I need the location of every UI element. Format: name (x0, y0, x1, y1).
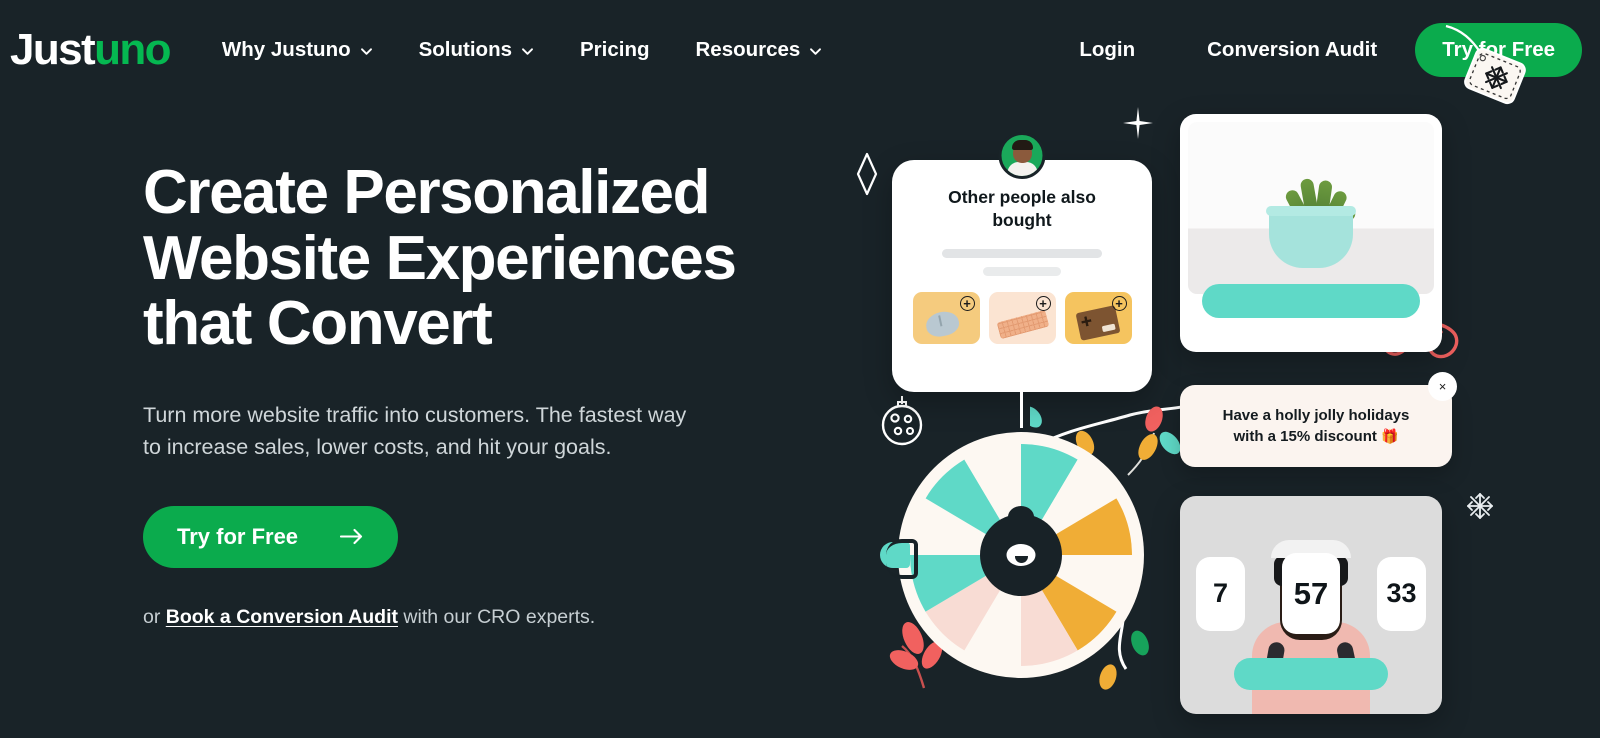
plus-circle-icon[interactable]: + (1035, 295, 1051, 311)
countdown-card-cta-bar[interactable] (1234, 658, 1388, 690)
justuno-logo[interactable]: Just uno (10, 25, 172, 74)
chevron-down-icon (360, 45, 373, 58)
countdown-hours: 7 (1196, 556, 1245, 631)
nav-item-why-justuno[interactable]: Why Justuno (222, 38, 373, 62)
hero-illustration: Other people also bought + + + Have a ho… (830, 0, 1600, 738)
spin-to-win-wheel[interactable] (880, 432, 1144, 678)
holiday-discount-popup[interactable]: Have a holly jolly holidays with a 15% d… (1180, 385, 1452, 467)
card-pointer-tail (1020, 392, 1023, 428)
nav-label: Pricing (580, 38, 650, 61)
plant-pot (1266, 206, 1356, 268)
arrow-right-icon (340, 528, 364, 545)
succulent-plant-photo (1188, 122, 1434, 294)
hero-page: Just uno Why Justuno Solutions Pricing R… (0, 0, 1600, 738)
plant-card-cta-bar[interactable] (1202, 284, 1420, 318)
keyboard-icon (996, 309, 1049, 339)
holiday-line-1: Have a holly jolly holidays (1222, 406, 1410, 424)
hero-try-for-free-button[interactable]: Try for Free (143, 505, 399, 568)
hero-cta-label: Try for Free (177, 523, 299, 549)
hero-headline: Create Personalized Website Experiences … (143, 160, 783, 357)
nav-item-pricing[interactable]: Pricing (580, 38, 650, 62)
snowflake-icon (1467, 493, 1493, 519)
gift-tag-snowflake-icon (1440, 22, 1532, 118)
plant-product-card[interactable] (1180, 114, 1442, 352)
headline-line-2: Website Experiences (143, 223, 737, 293)
close-icon[interactable]: × (1428, 372, 1457, 401)
logo-text-just: Just (10, 25, 96, 74)
wheel-eye-icon (1006, 544, 1036, 566)
plus-circle-icon[interactable]: + (959, 295, 975, 311)
game-controller-thumbnail[interactable]: + (1064, 291, 1132, 344)
diamond-outline-icon (856, 152, 878, 196)
computer-mouse-thumbnail[interactable]: + (912, 291, 980, 344)
placeholder-line-long (942, 248, 1102, 258)
plus-circle-icon[interactable]: + (1111, 295, 1127, 311)
wheel-pointer (880, 539, 918, 579)
product-recommendation-card[interactable]: Other people also bought + + + (892, 132, 1152, 428)
nav-label: Why Justuno (221, 38, 351, 61)
chevron-down-icon (521, 45, 534, 58)
hero-secondary-note: or Book a Conversion Audit with our CRO … (143, 606, 783, 629)
nav-item-solutions[interactable]: Solutions (419, 38, 534, 62)
headline-line-1: Create Personalized (143, 158, 710, 227)
main-navigation: Why Justuno Solutions Pricing Resources (222, 38, 822, 62)
countdown-minutes: 57 (1282, 553, 1340, 634)
keyboard-thumbnail[interactable]: + (988, 291, 1056, 344)
nav-item-resources[interactable]: Resources (696, 38, 823, 62)
gift-emoji-icon: 🎁 (1381, 428, 1399, 444)
game-controller-icon (1075, 304, 1120, 341)
countdown-timer-card[interactable]: 7 57 33 (1180, 496, 1442, 714)
sparkle-star-icon (1123, 107, 1153, 139)
book-conversion-audit-link[interactable]: Book a Conversion Audit (166, 606, 398, 628)
note-suffix: with our CRO experts. (397, 605, 596, 628)
nav-label: Solutions (418, 38, 512, 61)
headline-line-3: that Convert (143, 289, 493, 359)
countdown-seconds: 33 (1377, 556, 1426, 631)
note-prefix: or (143, 605, 166, 628)
mouse-icon (923, 308, 961, 339)
recommended-products-list: + + + (892, 291, 1152, 344)
hero-subtitle: Turn more website traffic into customers… (143, 403, 687, 460)
holiday-line-2: with a 15% discount (1233, 428, 1377, 445)
logo-text-uno: uno (94, 25, 171, 74)
countdown-digits: 7 57 33 (1196, 553, 1426, 634)
hero-content: Create Personalized Website Experiences … (143, 160, 783, 629)
holiday-message: Have a holly jolly holidays with a 15% d… (1211, 405, 1422, 448)
nav-label: Resources (695, 38, 801, 61)
user-avatar (998, 132, 1046, 179)
wheel-hub (980, 514, 1062, 596)
chevron-down-icon (809, 45, 822, 58)
placeholder-line-short (983, 266, 1061, 276)
